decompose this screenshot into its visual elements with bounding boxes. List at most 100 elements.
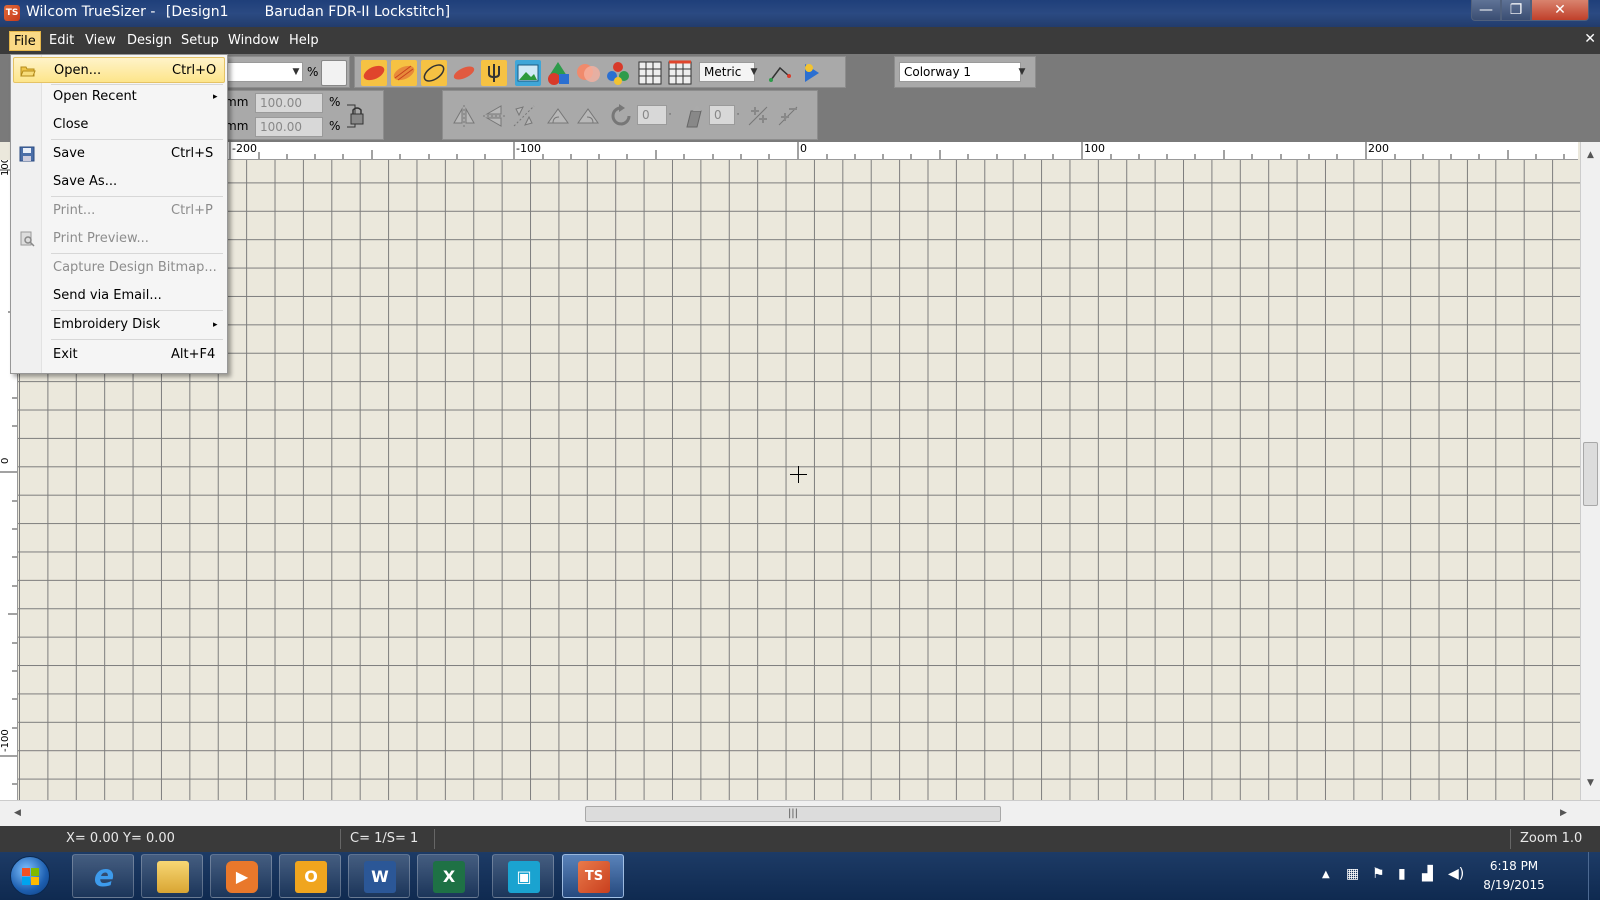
satin-fill-icon[interactable] <box>361 60 387 86</box>
menu-item-save[interactable]: Save Ctrl+S <box>13 141 225 167</box>
rotate-icon[interactable] <box>609 103 635 129</box>
menu-item-save-as[interactable]: Save As... <box>13 169 225 195</box>
vertical-scroll-thumb[interactable] <box>1583 442 1598 506</box>
truesizer-app-icon[interactable]: TS <box>4 5 20 21</box>
minimize-button[interactable]: — <box>1471 0 1501 21</box>
menu-design[interactable]: Design <box>123 31 176 51</box>
taskbar-photo-app[interactable]: ▣ <box>492 854 554 898</box>
menu-view[interactable]: View <box>81 31 120 51</box>
menu-item-shortcut: Ctrl+S <box>171 146 214 161</box>
menu-window[interactable]: Window <box>224 31 283 51</box>
shapes-icon[interactable] <box>545 60 571 86</box>
scroll-right-icon[interactable]: ▶ <box>1560 808 1567 818</box>
measure-icon[interactable] <box>767 60 793 86</box>
document-name: [Design1 <box>165 4 229 20</box>
ruler-label: 0 <box>800 142 807 155</box>
clock-time: 6:18 PM <box>1489 859 1539 873</box>
vertical-scrollbar[interactable]: ▲ ▼ <box>1580 142 1600 800</box>
spin-icon[interactable]: · <box>667 105 673 125</box>
spin-icon[interactable]: · <box>735 105 741 125</box>
menu-item-close[interactable]: Close <box>13 112 225 138</box>
horizontal-scroll-thumb[interactable]: ||| <box>585 806 1001 822</box>
mirror-diagonal-icon[interactable] <box>511 103 537 129</box>
horizontal-scrollbar[interactable]: ◀ ||| ▶ <box>0 800 1600 826</box>
align-left-icon[interactable] <box>745 103 771 129</box>
battery-icon[interactable]: ▮ <box>1398 866 1406 882</box>
show-desktop-button[interactable] <box>1588 852 1600 900</box>
rotate-angle-field[interactable]: 0 <box>637 105 667 125</box>
volume-icon[interactable]: ◀) <box>1448 866 1464 882</box>
pattern-fill-icon[interactable] <box>451 60 477 86</box>
network-signal-icon[interactable]: ▟ <box>1422 866 1433 882</box>
menu-item-open[interactable]: Open... Ctrl+O <box>13 57 225 83</box>
taskbar-media-player[interactable]: ▶ <box>210 854 272 898</box>
rotate-right-icon[interactable] <box>575 103 601 129</box>
save-disk-icon <box>19 146 35 162</box>
menu-edit[interactable]: Edit <box>45 31 78 51</box>
rotate-left-icon[interactable] <box>545 103 571 129</box>
close-window-button[interactable]: ✕ <box>1531 0 1589 21</box>
height-percent-field[interactable]: 100.00 <box>255 117 323 137</box>
height-percent-sign: % <box>329 119 341 133</box>
windows-update-icon[interactable]: ▦ <box>1346 866 1359 882</box>
ruler-label: 100 <box>1084 142 1105 155</box>
menu-help[interactable]: Help <box>285 31 323 51</box>
menu-setup[interactable]: Setup <box>177 31 223 51</box>
excel-icon: X <box>433 861 465 893</box>
taskbar-file-explorer[interactable] <box>141 854 203 898</box>
chevron-down-icon[interactable]: ▼ <box>289 62 303 82</box>
scroll-up-icon[interactable]: ▲ <box>1587 150 1594 160</box>
start-button[interactable] <box>10 856 50 896</box>
scroll-down-icon[interactable]: ▼ <box>1587 778 1594 788</box>
outline-leaf-icon[interactable] <box>421 60 447 86</box>
slant-angle-field[interactable]: 0 <box>709 105 735 125</box>
menu-file[interactable]: File <box>9 31 41 51</box>
fork-stitch-icon[interactable] <box>481 60 507 86</box>
menu-item-shortcut: Ctrl+P <box>171 203 213 218</box>
title-dash: - <box>150 4 160 20</box>
lock-proportions-icon[interactable] <box>345 101 367 131</box>
taskbar-word[interactable]: W <box>348 854 410 898</box>
scroll-left-icon[interactable]: ◀ <box>14 808 21 818</box>
menu-item-open-recent[interactable]: Open Recent ▸ <box>13 84 225 110</box>
taskbar-internet-explorer[interactable]: e <box>72 854 134 898</box>
show-hidden-icons-icon[interactable]: ▲ <box>1322 869 1330 880</box>
menu-item-embroidery-disk[interactable]: Embroidery Disk ▸ <box>13 312 225 338</box>
mirror-horizontal-icon[interactable] <box>451 103 477 129</box>
mdi-close-icon[interactable]: ✕ <box>1584 31 1596 47</box>
slant-icon[interactable] <box>681 103 707 129</box>
align-right-icon[interactable] <box>775 103 801 129</box>
colorway-select[interactable]: Colorway 1 <box>899 62 1021 82</box>
width-percent-field[interactable]: 100.00 <box>255 93 323 113</box>
app-name: Wilcom TrueSizer <box>26 4 146 20</box>
percent-label: % <box>307 65 319 79</box>
menu-separator <box>51 139 223 140</box>
status-divider <box>340 829 341 849</box>
properties-list-icon[interactable] <box>321 60 347 86</box>
taskbar-truesizer[interactable]: TS <box>562 854 624 898</box>
system-clock[interactable]: 6:18 PM 8/19/2015 <box>1474 857 1554 895</box>
chevron-down-icon[interactable]: ▼ <box>1015 62 1029 82</box>
chevron-down-icon[interactable]: ▼ <box>747 62 761 82</box>
mirror-vertical-icon[interactable] <box>481 103 507 129</box>
action-center-flag-icon[interactable]: ⚑ <box>1372 866 1385 882</box>
clock-date: 8/19/2015 <box>1483 878 1545 892</box>
color-blend-icon[interactable] <box>575 60 601 86</box>
menu-item-send-email[interactable]: Send via Email... <box>13 283 225 309</box>
internet-explorer-icon: e <box>93 859 115 894</box>
color-wheel-icon[interactable] <box>605 60 631 86</box>
ruler-grid-icon[interactable] <box>667 60 693 86</box>
menu-separator <box>51 310 223 311</box>
taskbar-excel[interactable]: X <box>417 854 479 898</box>
tatami-fill-icon[interactable] <box>391 60 417 86</box>
stitch-player-icon[interactable] <box>799 60 825 86</box>
taskbar-outlook[interactable]: O <box>279 854 341 898</box>
maximize-button[interactable]: ❐ <box>1501 0 1531 21</box>
menu-item-exit[interactable]: Exit Alt+F4 <box>13 342 225 368</box>
outlook-icon: O <box>295 861 327 893</box>
windows-logo-icon <box>22 868 40 886</box>
ruler-label: -100 <box>516 142 541 155</box>
grid-icon[interactable] <box>637 60 663 86</box>
picture-icon[interactable] <box>515 60 541 86</box>
status-divider <box>434 829 435 849</box>
